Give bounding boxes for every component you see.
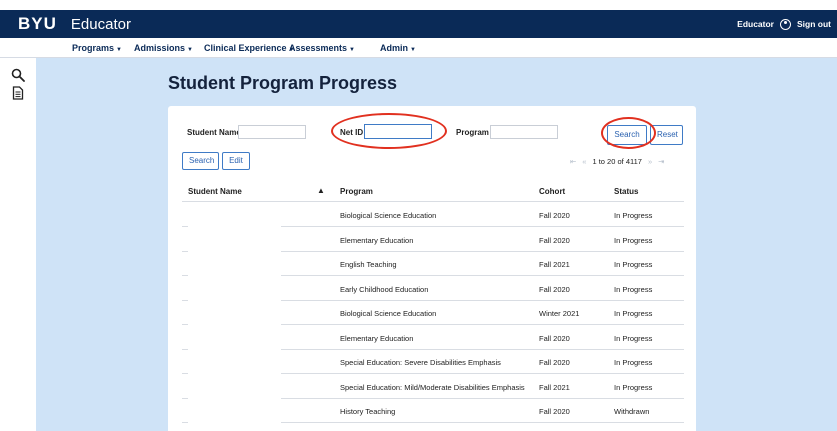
nav-programs[interactable]: Programs ▼	[72, 38, 122, 58]
table-row[interactable]: Elementary Education Fall 2020 In Progress	[182, 228, 684, 252]
cell-cohort: Fall 2020	[539, 211, 570, 220]
nav-clinical-experience[interactable]: Clinical Experience ▼	[204, 38, 295, 58]
user-role-label[interactable]: Educator	[737, 19, 774, 29]
table-row[interactable]: History Teaching Fall 2020 Withdrawn	[182, 399, 684, 423]
student-name-label: Student Name	[187, 128, 241, 137]
nav-assessments-label: Assessments	[289, 43, 348, 53]
cell-status: In Progress	[614, 284, 653, 294]
student-name-input[interactable]	[238, 125, 306, 139]
cell-cohort: Winter 2021	[539, 309, 580, 318]
net-id-input[interactable]	[364, 124, 432, 139]
column-header-status[interactable]: Status	[614, 187, 638, 196]
cell-cohort: Fall 2021	[539, 260, 570, 269]
cell-status: In Progress	[614, 358, 653, 367]
cell-status: In Progress	[614, 382, 653, 392]
cell-program: Special Education: Mild/Moderate Disabil…	[340, 382, 525, 392]
user-avatar-icon[interactable]	[780, 18, 791, 30]
program-label: Program	[456, 128, 489, 137]
chevron-down-icon: ▼	[187, 47, 193, 53]
cell-cohort: Fall 2020	[539, 235, 570, 245]
table-row[interactable]: Special Education: Severe Disabilities E…	[182, 350, 684, 374]
app-title[interactable]: Educator	[71, 16, 131, 33]
table-row[interactable]: Special Education: Mild/Moderate Disabil…	[182, 375, 684, 399]
reset-button[interactable]: Reset	[650, 125, 683, 145]
cell-program: English Teaching	[340, 260, 397, 269]
filter-search-button[interactable]: Search	[607, 125, 647, 145]
column-header-student-name[interactable]: Student Name	[188, 187, 242, 196]
cell-program: Biological Science Education	[340, 309, 437, 318]
edit-button[interactable]: Edit	[222, 152, 250, 170]
cell-status: Withdrawn	[614, 407, 650, 416]
nav-admin[interactable]: Admin ▼	[380, 38, 416, 58]
page-title: Student Program Progress	[168, 73, 398, 93]
last-page-icon[interactable]: ⇥	[658, 157, 664, 166]
cell-cohort: Fall 2020	[539, 358, 570, 367]
nav-programs-label: Programs	[72, 43, 115, 53]
table-row[interactable]: Biological Science Education Fall 2020 In …	[182, 203, 684, 227]
cell-cohort: Fall 2020	[539, 407, 570, 416]
column-header-cohort[interactable]: Cohort	[539, 187, 565, 196]
cell-cohort: Fall 2020	[539, 333, 570, 343]
cell-status: In Progress	[614, 260, 653, 269]
table-row[interactable]: Early Childhood Education Fall 2020 In Pro…	[182, 277, 684, 301]
chevron-down-icon: ▼	[116, 47, 122, 53]
cell-program: Elementary Education	[340, 333, 414, 343]
nav-admin-label: Admin	[380, 43, 408, 53]
document-icon[interactable]	[11, 86, 25, 100]
cell-program: Special Education: Severe Disabilities E…	[340, 358, 501, 367]
search-icon[interactable]	[11, 68, 25, 82]
table-row[interactable]: Elementary Education Fall 2020 In Progress	[182, 326, 684, 350]
column-header-program[interactable]: Program	[340, 187, 373, 196]
cell-cohort: Fall 2021	[539, 382, 570, 392]
net-id-label: Net ID	[340, 128, 364, 137]
nav-assessments[interactable]: Assessments ▼	[289, 38, 355, 58]
table-row[interactable]: Biological Science Education Winter 2021 I…	[182, 301, 684, 325]
byu-logo[interactable]: BYU	[18, 14, 57, 34]
chevron-down-icon: ▼	[410, 47, 416, 53]
search-button[interactable]: Search	[182, 152, 219, 170]
cell-cohort: Fall 2020	[539, 284, 570, 294]
cell-status: In Progress	[614, 333, 653, 343]
next-page-icon[interactable]: »	[648, 157, 652, 166]
cell-status: In Progress	[614, 309, 653, 318]
user-area: Educator Sign out	[737, 10, 831, 38]
main-nav: Programs ▼ Admissions ▼ Clinical Experienc…	[0, 38, 837, 58]
table-header: Student Name ▲ Program Cohort Status	[182, 182, 684, 202]
row-divider	[281, 422, 684, 423]
nav-admissions[interactable]: Admissions ▼	[134, 38, 193, 58]
cell-status: In Progress	[614, 211, 653, 220]
row-divider	[182, 422, 188, 423]
program-input[interactable]	[490, 125, 558, 139]
table-row[interactable]: English Teaching Fall 2021 In Progress	[182, 252, 684, 276]
prev-page-icon[interactable]: «	[582, 157, 586, 166]
sign-out-link[interactable]: Sign out	[797, 19, 831, 29]
cell-program: History Teaching	[340, 407, 396, 416]
top-bar: BYU Educator Educator Sign out	[0, 10, 837, 38]
cell-program: Early Childhood Education	[340, 284, 429, 294]
pagination: ⇤ « 1 to 20 of 4117 » ⇥	[570, 157, 664, 166]
cell-program: Elementary Education	[340, 235, 414, 245]
cell-program: Biological Science Education	[340, 211, 437, 220]
nav-clinical-experience-label: Clinical Experience	[204, 43, 287, 53]
cell-status: In Progress	[614, 235, 653, 245]
page-summary: 1 to 20 of 4117	[592, 157, 642, 166]
sort-ascending-icon[interactable]: ▲	[317, 186, 325, 195]
first-page-icon[interactable]: ⇤	[570, 157, 576, 166]
left-sidebar	[0, 58, 36, 431]
nav-admissions-label: Admissions	[134, 43, 186, 53]
chevron-down-icon: ▼	[349, 47, 355, 53]
